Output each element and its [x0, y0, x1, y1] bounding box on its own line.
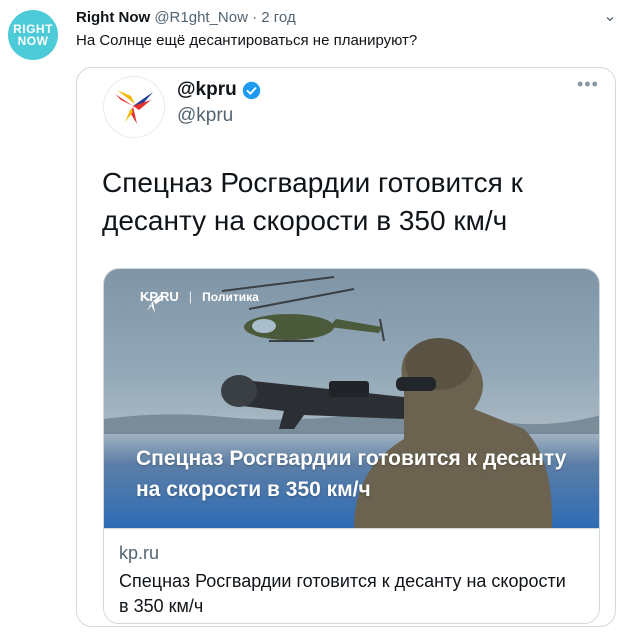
quoted-tweet-text: Спецназ Росгвардии готовится к десанту н… — [102, 167, 523, 236]
kp-card-logo: KP.RU | Политика — [140, 289, 259, 313]
tweet-time[interactable]: 2 год — [261, 9, 295, 26]
tweet-text: На Солнце ещё десантироваться не планиру… — [76, 32, 418, 49]
card-domain: kp.ru — [119, 543, 160, 563]
avatar-text-line2: NOW — [17, 34, 49, 48]
author-handle[interactable]: @R1ght_Now — [154, 9, 248, 26]
quoted-tweet[interactable]: @kpru @kpru ••• Спецназ Росгвардии готов… — [76, 67, 616, 627]
author-name[interactable]: Right Now — [76, 9, 150, 26]
more-horizontal-icon[interactable]: ••• — [577, 74, 599, 95]
kp-bird-white-icon — [142, 292, 164, 313]
card-footer[interactable]: kp.ru Спецназ Росгвардии готовится к дес… — [104, 528, 599, 623]
helicopter-icon — [221, 276, 385, 342]
quoted-author-handle[interactable]: @kpru — [177, 105, 233, 127]
kp-section-label: Политика — [202, 289, 259, 304]
card-image-headline: Спецназ Росгвардии готовится к десанту н… — [136, 447, 567, 501]
kp-bird-logo-icon — [115, 90, 153, 124]
kp-logo-separator: | — [188, 289, 193, 304]
card-image: KP.RU | Политика Спецназ Росгвардии гото… — [104, 269, 599, 528]
link-card[interactable]: KP.RU | Политика Спецназ Росгвардии гото… — [103, 268, 600, 624]
kp-avatar[interactable] — [103, 76, 165, 138]
quoted-author-name[interactable]: @kpru — [177, 79, 261, 101]
author-avatar[interactable]: RIGHT NOW — [8, 10, 58, 60]
tweet-header: Right Now @R1ght_Now · 2 год — [76, 9, 296, 26]
header-separator: · — [252, 9, 258, 26]
verified-badge-icon — [242, 81, 260, 99]
card-title: Спецназ Росгвардии готовится к десанту н… — [119, 571, 566, 616]
quoted-name-text: @kpru — [177, 79, 237, 100]
more-vertical-icon[interactable]: ⌄ — [603, 6, 617, 28]
